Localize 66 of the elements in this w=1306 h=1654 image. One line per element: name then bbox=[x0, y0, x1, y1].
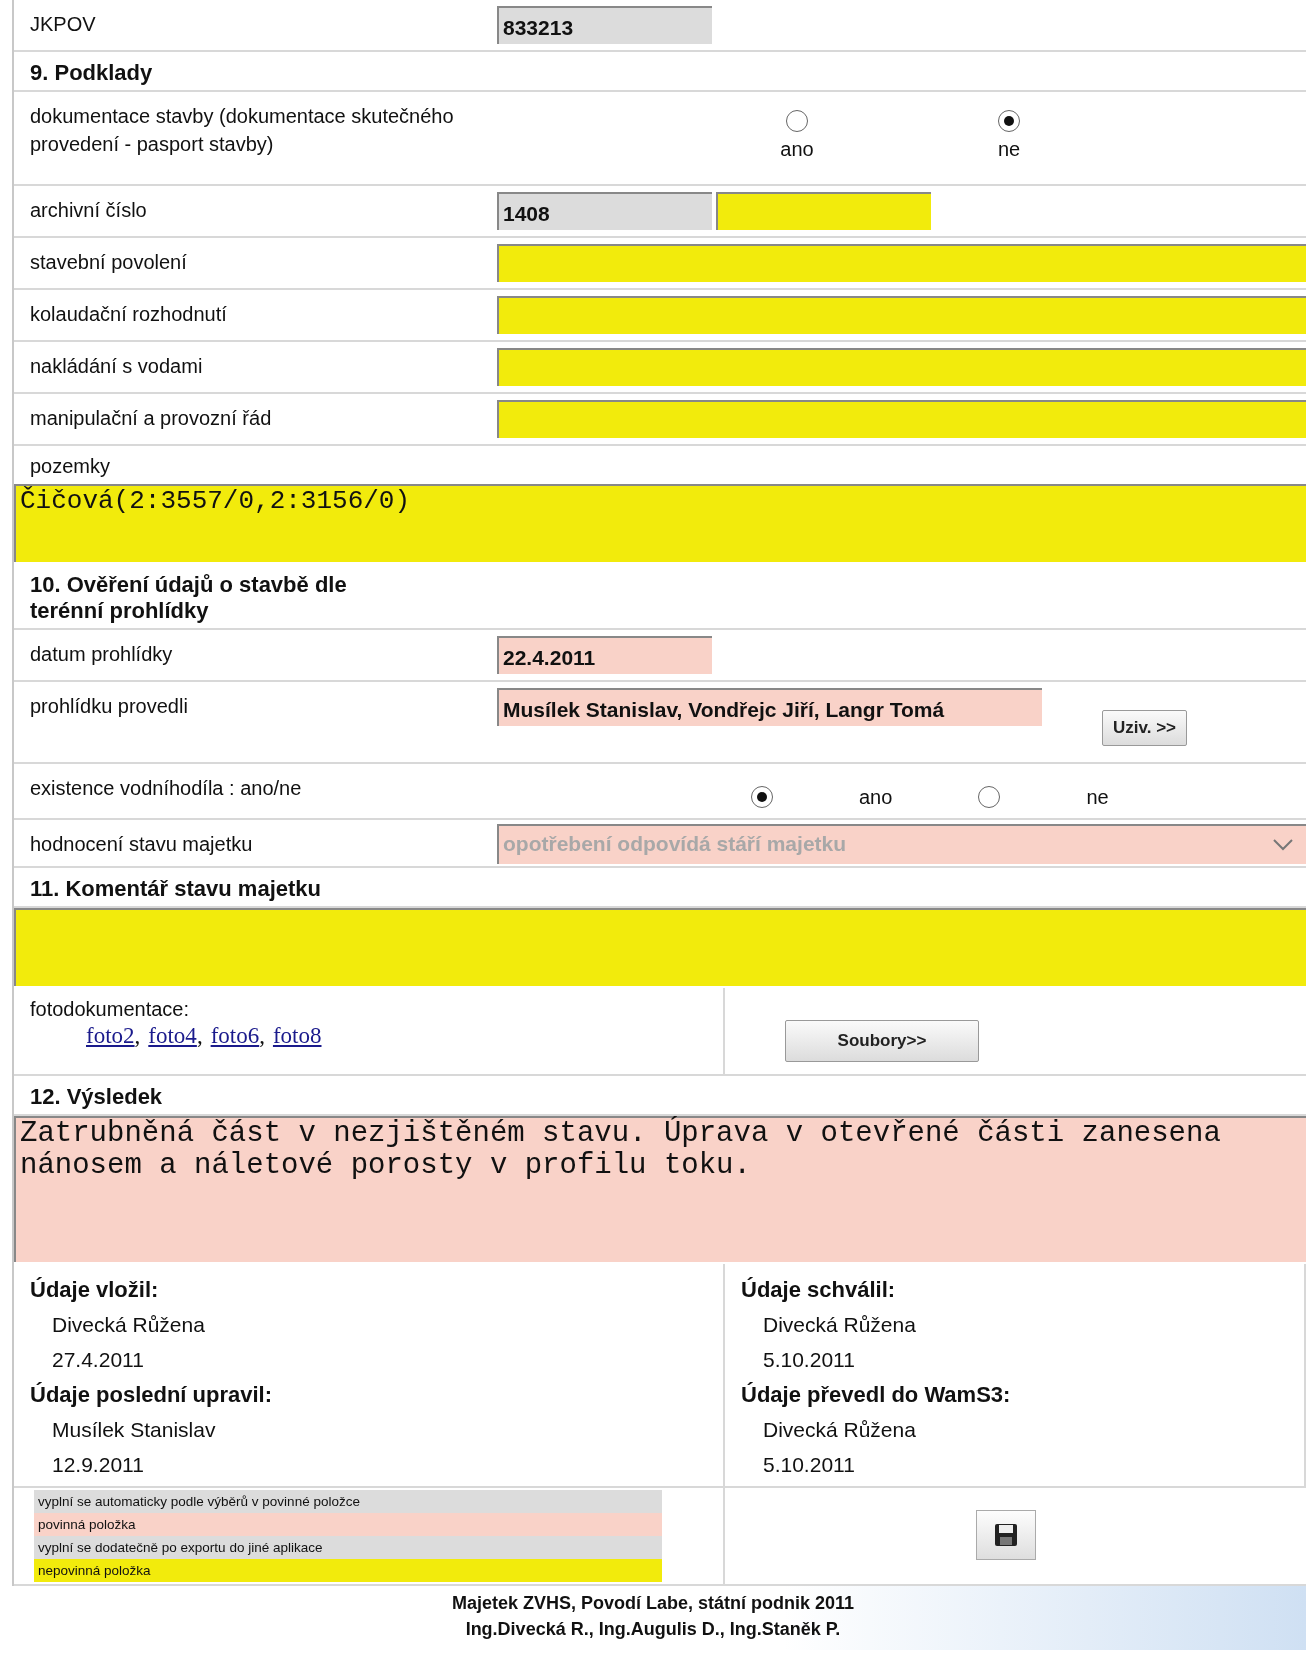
person-name: Divecká Růžena bbox=[762, 1417, 917, 1443]
radio-button[interactable] bbox=[998, 110, 1020, 132]
separator-text: , bbox=[196, 1023, 203, 1048]
audit-title: Údaje vložil: bbox=[30, 1276, 160, 1304]
input-field[interactable] bbox=[497, 244, 1306, 282]
photo-link[interactable]: foto8 bbox=[272, 1023, 322, 1048]
photo-link[interactable]: foto6 bbox=[210, 1023, 260, 1048]
input-field[interactable] bbox=[716, 192, 931, 230]
photo-link[interactable]: foto2 bbox=[86, 1023, 135, 1048]
footer-text: Ing.Divecká R., Ing.Augulis D., Ing.Staněk P. bbox=[464, 1618, 842, 1641]
date-text: 5.10.2011 bbox=[762, 1452, 856, 1478]
text-area[interactable]: Zatrubněná část v nezjištěném stavu. Úprava v otevřené části zanesena nánosem a náletové porosty v profilu toku. bbox=[14, 1116, 1306, 1262]
input-field[interactable]: 833213 bbox=[497, 6, 712, 44]
field-label: prohlídku provedli bbox=[29, 694, 189, 719]
footer-text: Majetek ZVHS, Povodí Labe, státní podnik 2011 bbox=[450, 1592, 856, 1615]
save-button[interactable] bbox=[975, 1510, 1036, 1560]
photo-link[interactable]: foto4 bbox=[148, 1023, 197, 1048]
field-label: stavební povolení bbox=[29, 250, 188, 275]
field-label: fotodokumentace: bbox=[30, 998, 190, 1021]
field-label: dokumentace stavby (dokumentace skutečného provedení - pasport stavby) bbox=[29, 104, 455, 157]
chevron-down-icon bbox=[1272, 838, 1294, 852]
field-label: kolaudační rozhodnutí bbox=[29, 302, 228, 327]
legend-item: vyplní se dodatečně po exportu do jiné aplikace bbox=[34, 1536, 662, 1559]
date-text: 27.4.2011 bbox=[51, 1347, 145, 1373]
audit-title: Údaje poslední upravil: bbox=[30, 1381, 274, 1409]
field-label: hodnocení stavu majetku bbox=[29, 832, 254, 857]
input-field[interactable] bbox=[497, 348, 1306, 386]
audit-title: Údaje schválil: bbox=[741, 1276, 897, 1304]
person-name: Musílek Stanislav bbox=[51, 1417, 217, 1443]
option-label: ne bbox=[1086, 785, 1109, 809]
section-heading: 10. Ověření údajů o stavbě dle terénní prohlídky bbox=[29, 571, 348, 625]
person-name: Divecká Růžena bbox=[762, 1312, 917, 1338]
separator-text: , bbox=[259, 1023, 265, 1048]
users-button[interactable]: Uziv. >> bbox=[1102, 710, 1187, 746]
legend-item: povinná položka bbox=[34, 1513, 662, 1536]
input-field[interactable]: Musílek Stanislav, Vondřejc Jiří, Langr Tomá bbox=[497, 688, 1042, 726]
section-heading: 11. Komentář stavu majetku bbox=[29, 875, 322, 903]
field-label: nakládání s vodami bbox=[29, 354, 204, 379]
separator-text: , bbox=[134, 1023, 141, 1048]
radio-button[interactable] bbox=[786, 110, 808, 132]
option-label: ano bbox=[780, 138, 814, 161]
radio-button[interactable] bbox=[978, 786, 1001, 808]
option-label: ne bbox=[997, 138, 1021, 161]
field-label: existence vodníhodíla : ano/ne bbox=[29, 776, 303, 801]
text-area[interactable] bbox=[14, 908, 1306, 986]
radio-button[interactable] bbox=[751, 786, 773, 808]
field-label: archivní číslo bbox=[29, 198, 148, 223]
section-heading: 12. Výsledek bbox=[29, 1083, 164, 1111]
input-field[interactable]: 1408 bbox=[497, 192, 712, 230]
field-label: JKPOV bbox=[29, 12, 97, 37]
section-heading: 9. Podklady bbox=[29, 59, 154, 87]
option-label: ano bbox=[859, 785, 893, 809]
text-area[interactable]: Čičová(2:3557/0,2:3156/0) bbox=[14, 484, 1306, 562]
legend-item: vyplní se automaticky podle výběrů v povinné položce bbox=[34, 1490, 662, 1513]
input-field[interactable]: 22.4.2011 bbox=[497, 636, 712, 674]
files-button[interactable]: Soubory>> bbox=[785, 1020, 979, 1062]
field-label: manipulační a provozní řád bbox=[29, 406, 273, 431]
legend-item: nepovinná položka bbox=[34, 1559, 662, 1582]
input-field[interactable] bbox=[497, 400, 1306, 438]
date-text: 5.10.2011 bbox=[762, 1347, 856, 1373]
field-label: pozemky bbox=[29, 454, 112, 479]
date-text: 12.9.2011 bbox=[51, 1452, 145, 1478]
audit-title: Údaje převedl do WamS3: bbox=[741, 1381, 1012, 1409]
input-field[interactable] bbox=[497, 296, 1306, 334]
field-label: datum prohlídky bbox=[29, 642, 174, 667]
person-name: Divecká Růžena bbox=[51, 1312, 206, 1338]
